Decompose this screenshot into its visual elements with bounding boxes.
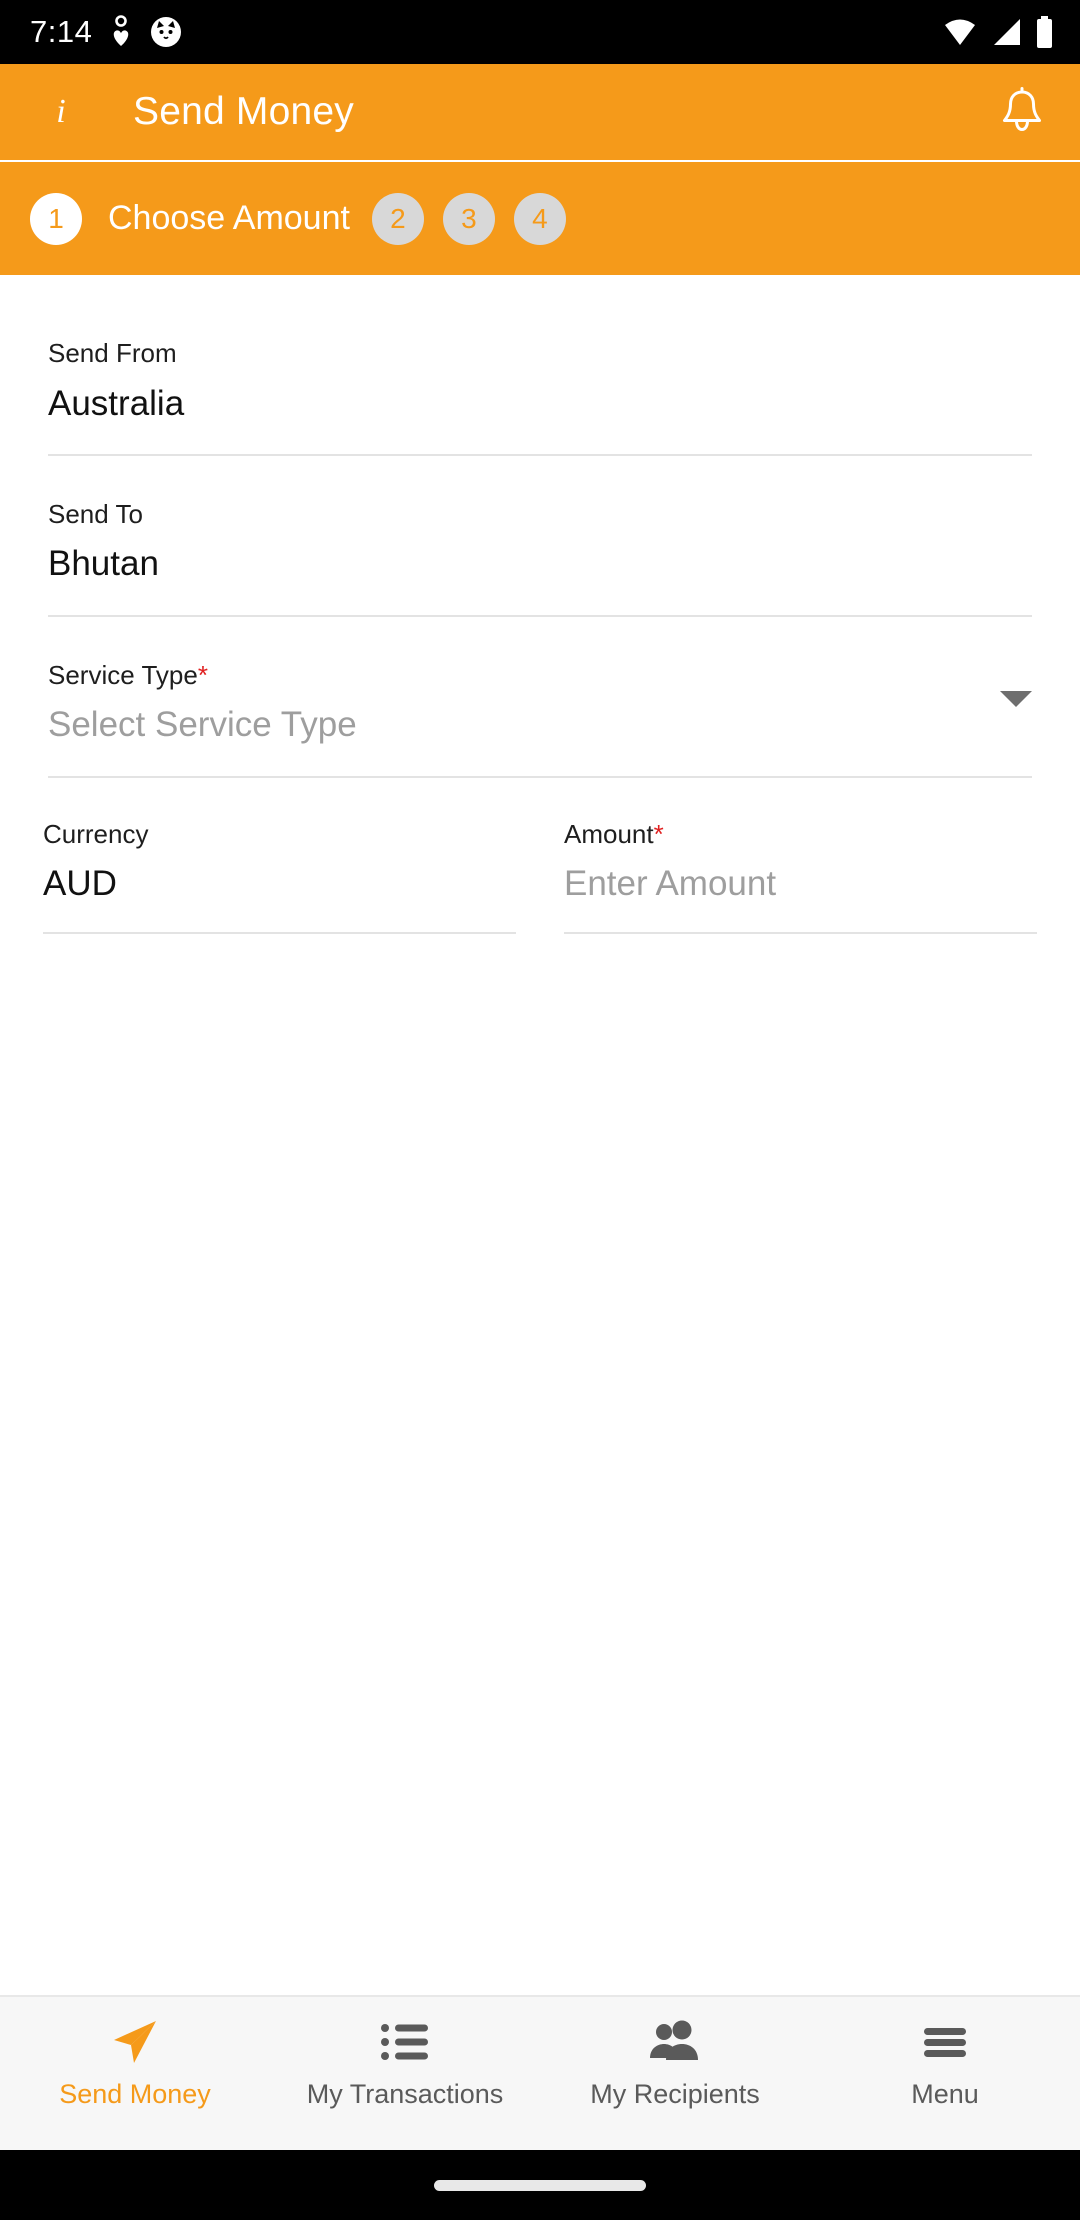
field-send-to-inner: Send To Bhutan [48, 456, 1032, 617]
field-service-type-label: Service Type* [48, 659, 1032, 690]
stepper-step-2[interactable]: 2 [371, 192, 424, 245]
form-content: Send From Australia Send To Bhutan Servi… [0, 275, 1080, 1995]
stepper-step-3[interactable]: 3 [442, 192, 495, 245]
field-currency-label: Currency [43, 818, 149, 849]
list-icon [380, 2019, 430, 2065]
service-type-select[interactable]: Select Service Type [48, 705, 1032, 745]
stepper-step-3-number: 3 [461, 202, 477, 234]
field-send-to[interactable]: Send To Bhutan [0, 456, 1080, 617]
app-screen: 7:14 i Send Money 1 Choose Amount 2 3 4 … [0, 0, 1080, 2220]
nav-item-my-recipients[interactable]: My Recipients [540, 2019, 810, 2110]
nav-item-send-money[interactable]: Send Money [0, 2019, 270, 2110]
field-currency[interactable]: Currency AUD [30, 778, 529, 935]
progress-stepper: 1 Choose Amount 2 3 4 [0, 162, 1080, 275]
nav-item-my-transactions[interactable]: My Transactions [270, 2019, 540, 2110]
currency-amount-row: Currency AUD Amount* Enter Amount [0, 778, 1080, 935]
field-service-type-required-mark: * [197, 659, 208, 690]
field-amount[interactable]: Amount* Enter Amount [551, 778, 1050, 935]
field-send-to-label: Send To [48, 498, 143, 529]
stepper-step-1[interactable]: 1 [30, 192, 82, 245]
page-title: Send Money [133, 90, 354, 133]
nav-label-menu: Menu [911, 2079, 979, 2109]
field-send-from-inner: Send From Australia [48, 295, 1032, 456]
notification-bell-icon[interactable] [998, 87, 1046, 137]
heart-pin-icon [110, 15, 132, 49]
stepper-step-4[interactable]: 4 [513, 192, 566, 245]
stepper-active-label: Choose Amount [108, 199, 350, 237]
field-send-to-value: Bhutan [48, 544, 159, 584]
field-amount-label: Amount* [564, 818, 1037, 849]
status-bar-clock: 7:14 [30, 14, 93, 49]
people-icon [646, 2019, 704, 2065]
amount-input[interactable]: Enter Amount [564, 864, 1037, 904]
stepper-step-1-number: 1 [48, 202, 64, 234]
nav-item-menu[interactable]: Menu [810, 2019, 1080, 2110]
wifi-icon [943, 17, 977, 47]
field-send-from[interactable]: Send From Australia [0, 295, 1080, 456]
chevron-down-icon[interactable] [1000, 690, 1032, 707]
field-amount-label-text: Amount [564, 818, 654, 849]
field-send-from-label: Send From [48, 338, 177, 368]
stepper-step-4-number: 4 [532, 202, 548, 234]
field-currency-value: AUD [43, 864, 117, 904]
nav-label-my-recipients: My Recipients [590, 2079, 760, 2109]
nav-label-send-money: Send Money [59, 2079, 211, 2109]
hamburger-menu-icon [922, 2019, 968, 2065]
stepper-step-2-number: 2 [390, 202, 406, 234]
gesture-navigation-bar [0, 2150, 1080, 2220]
bottom-navigation: Send Money My Transactions My Recipients… [0, 1995, 1080, 2150]
cat-face-icon [150, 16, 182, 48]
status-bar-right [943, 16, 1054, 48]
status-bar: 7:14 [0, 0, 1080, 64]
nav-label-my-transactions: My Transactions [306, 2079, 504, 2109]
gesture-home-pill[interactable] [434, 2179, 646, 2191]
field-currency-inner: Currency AUD [43, 778, 516, 935]
field-amount-inner: Amount* Enter Amount [564, 778, 1037, 935]
status-bar-left: 7:14 [30, 14, 182, 50]
app-bar: i Send Money [0, 64, 1080, 160]
field-service-type-inner: Service Type* Select Service Type [48, 617, 1032, 778]
field-service-type-label-text: Service Type [48, 659, 198, 690]
info-icon[interactable]: i [46, 95, 76, 129]
field-send-from-value: Australia [48, 383, 185, 423]
paper-plane-icon [109, 2019, 161, 2065]
battery-icon [1035, 16, 1054, 48]
cellular-signal-icon [990, 17, 1022, 47]
field-service-type[interactable]: Service Type* Select Service Type [0, 617, 1080, 778]
field-amount-required-mark: * [653, 818, 664, 849]
